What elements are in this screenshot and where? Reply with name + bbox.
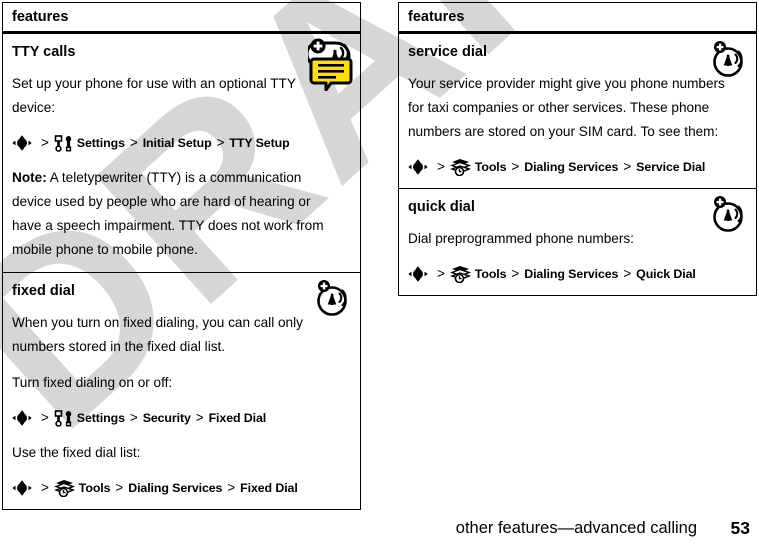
- body-paragraph: Your service provider might give you pho…: [408, 76, 725, 139]
- path-separator: >: [115, 480, 124, 495]
- menu-path: > Tools > Dialing Servi: [408, 156, 747, 178]
- table-header-row: features: [2, 2, 361, 34]
- table-header-cell: features: [398, 2, 757, 34]
- path-separator: >: [437, 266, 445, 281]
- nav-key-icon: [408, 159, 428, 175]
- body-paragraph: Turn fixed dialing on or off:: [12, 375, 173, 390]
- path-separator: >: [437, 159, 445, 174]
- footer-chapter-title: other features—advanced calling: [455, 519, 697, 537]
- note-label: Note:: [12, 170, 47, 185]
- path-separator: >: [129, 135, 138, 150]
- nav-key-icon: [12, 135, 32, 151]
- path-separator: >: [41, 410, 49, 425]
- body-paragraph: Set up your phone for use with an option…: [12, 76, 296, 115]
- section-row-tty-calls: TTY calls Set up your phone for use with…: [3, 33, 361, 273]
- settings-icon: [54, 409, 73, 427]
- path-separator: >: [195, 410, 204, 425]
- features-table-left: features TTY calls Set up your phone for…: [2, 2, 361, 510]
- menu-path: > Settings > Security > Fixed Dial: [12, 407, 351, 429]
- path-separator: >: [623, 159, 632, 174]
- path-label: Service Dial: [636, 160, 706, 174]
- settings-icon: [54, 134, 73, 152]
- path-separator: >: [511, 266, 520, 281]
- table-header-label: features: [408, 9, 465, 25]
- path-separator: >: [227, 480, 236, 495]
- path-label: Fixed Dial: [240, 481, 298, 495]
- path-label: Initial Setup: [142, 136, 212, 150]
- path-label: Quick Dial: [636, 267, 696, 281]
- note-paragraph: Note: A teletypewriter (TTY) is a commun…: [12, 166, 342, 262]
- section-row-quick-dial: quick dial Dial preprogrammed phone numb…: [398, 188, 757, 296]
- menu-path: > Tools > Dialing Servi: [12, 477, 351, 499]
- nav-key-icon: [12, 480, 32, 496]
- path-label: Security: [142, 411, 191, 425]
- nav-key-icon: [12, 410, 32, 426]
- network-service-icon: [711, 40, 747, 83]
- footer-page-number: 53: [730, 518, 750, 538]
- section-title: quick dial: [408, 199, 475, 215]
- section-title: service dial: [408, 44, 487, 60]
- menu-path: > Tools > Dialing Servi: [408, 263, 747, 285]
- network-service-icon: [711, 195, 747, 238]
- path-label: Settings: [76, 411, 125, 425]
- path-separator: >: [216, 135, 225, 150]
- table-header-cell: features: [2, 2, 361, 34]
- note-text: A teletypewriter (TTY) is a communicatio…: [12, 170, 324, 257]
- section-title: fixed dial: [12, 283, 75, 299]
- right-column: features service dial Your service provi…: [398, 2, 757, 296]
- section-row-service-dial: service dial Your service provider might…: [399, 33, 757, 189]
- body-paragraph: When you turn on fixed dialing, you can …: [12, 315, 303, 354]
- table-header-label: features: [12, 9, 69, 25]
- table-header-row: features: [398, 2, 757, 34]
- body-paragraph: Use the fixed dial list:: [12, 445, 141, 460]
- path-label: TTY Setup: [229, 136, 290, 150]
- path-label: Settings: [76, 136, 125, 150]
- path-label: Tools: [474, 160, 507, 174]
- path-separator: >: [623, 266, 632, 281]
- path-separator: >: [41, 135, 49, 150]
- path-label: Dialing Services: [128, 481, 223, 495]
- menu-path: > Settings > Initial Setup > TTY Setup: [12, 132, 351, 154]
- path-separator: >: [41, 480, 49, 495]
- path-label: Dialing Services: [524, 267, 619, 281]
- path-label: Tools: [474, 267, 507, 281]
- path-label: Fixed Dial: [208, 411, 267, 425]
- path-separator: >: [511, 159, 520, 174]
- nav-key-icon: [408, 266, 428, 282]
- section-title: TTY calls: [12, 44, 76, 60]
- tools-icon: [53, 479, 75, 497]
- features-table-right: features service dial Your service provi…: [398, 2, 757, 296]
- left-column: features TTY calls Set up your phone for…: [2, 2, 361, 510]
- page-footer: other features—advanced calling 53: [0, 513, 759, 539]
- tools-icon: [449, 158, 471, 176]
- network-service-icon: [315, 279, 351, 322]
- body-paragraph: Dial preprogrammed phone numbers:: [408, 231, 634, 246]
- path-label: Dialing Services: [524, 160, 619, 174]
- path-label: Tools: [78, 481, 111, 495]
- tty-icon: [305, 37, 354, 96]
- path-separator: >: [129, 410, 138, 425]
- section-row-fixed-dial: fixed dial When you turn on fixed dialin…: [2, 272, 361, 510]
- manual-page: features TTY calls Set up your phone for…: [0, 0, 759, 547]
- tools-icon: [449, 265, 471, 283]
